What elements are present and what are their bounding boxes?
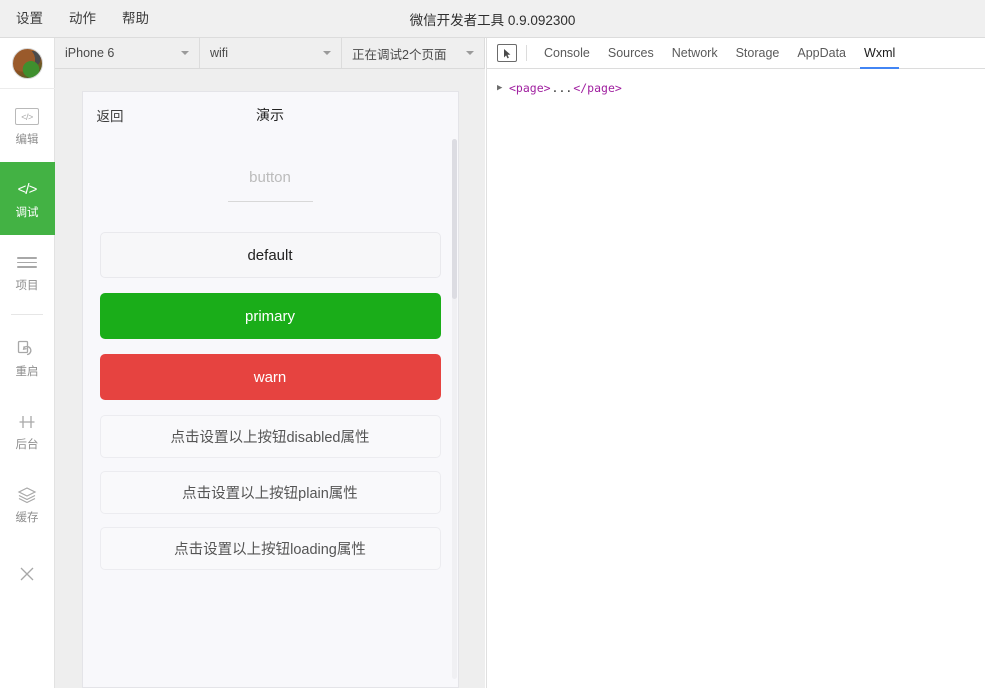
debug-pages-select[interactable]: 正在调试2个页面 <box>342 38 485 68</box>
network-select-value: wifi <box>210 46 229 60</box>
network-select[interactable]: wifi <box>200 38 342 68</box>
rail-item-debug-label: 调试 <box>15 206 39 219</box>
rail-item-background-label: 后台 <box>15 438 39 451</box>
close-icon <box>14 562 40 586</box>
tab-network[interactable]: Network <box>663 38 727 68</box>
chevron-down-icon <box>466 51 474 55</box>
menu-actions[interactable]: 动作 <box>67 8 98 30</box>
rail-item-edit-label: 编辑 <box>15 133 39 146</box>
rail-item-close[interactable] <box>0 540 55 613</box>
button-list: default primary warn 点击设置以上按钮disabled属性 … <box>83 202 458 570</box>
button-toggle-disabled[interactable]: 点击设置以上按钮disabled属性 <box>99 415 441 458</box>
page-title: 演示 <box>256 106 284 123</box>
simulator-body: 返回 演示 button default primary warn 点击设置以上… <box>55 69 485 688</box>
left-rail: </> 编辑 </> 调试 项目 重启 后台 缓存 <box>0 38 55 688</box>
chevron-down-icon <box>323 51 331 55</box>
wxml-node-page[interactable]: ▶ <page> ... </page> <box>497 81 975 95</box>
button-toggle-plain[interactable]: 点击设置以上按钮plain属性 <box>99 471 441 514</box>
rail-item-background[interactable]: 后台 <box>0 394 55 467</box>
title-bar: 设置 动作 帮助 微信开发者工具 0.9.092300 <box>0 0 985 38</box>
phone-frame: 返回 演示 button default primary warn 点击设置以上… <box>81 91 459 688</box>
wxml-close-tag: </page> <box>573 81 622 95</box>
menu-settings[interactable]: 设置 <box>14 8 45 30</box>
menu-bar: 设置 动作 帮助 <box>0 8 151 30</box>
rail-item-restart-label: 重启 <box>15 365 39 378</box>
tab-sources[interactable]: Sources <box>599 38 663 68</box>
phone-navbar: 返回 演示 <box>82 92 458 137</box>
debug-pages-value: 正在调试2个页面 <box>352 47 447 62</box>
code-icon: </> <box>17 181 38 198</box>
rail-divider <box>11 314 43 315</box>
rail-item-project[interactable]: 项目 <box>0 235 55 308</box>
devtools-panel: Console Sources Network Storage AppData … <box>486 38 985 688</box>
tab-wxml[interactable]: Wxml <box>855 38 904 69</box>
wxml-tree: ▶ <page> ... </page> <box>487 69 985 107</box>
phone-scrollbar-thumb[interactable] <box>451 139 457 299</box>
devtools-tabbar: Console Sources Network Storage AppData … <box>487 38 985 69</box>
inspect-cursor-icon[interactable] <box>497 44 517 62</box>
app-window: 设置 动作 帮助 微信开发者工具 0.9.092300 </> 编辑 </> 调… <box>0 0 985 688</box>
rail-item-edit[interactable]: </> 编辑 <box>0 89 55 162</box>
device-select[interactable]: iPhone 6 <box>55 38 200 68</box>
background-icon <box>14 410 40 434</box>
avatar[interactable] <box>11 47 43 79</box>
restart-icon <box>14 337 40 361</box>
rail-item-project-label: 项目 <box>15 279 39 292</box>
page-scroll-area[interactable]: button default primary warn 点击设置以上按钮disa… <box>83 137 458 687</box>
simulator-toolbar: iPhone 6 wifi 正在调试2个页面 <box>55 38 485 69</box>
button-default[interactable]: default <box>99 232 441 278</box>
toolbar-divider <box>526 45 527 61</box>
wxml-open-tag: <page> <box>509 81 551 95</box>
tab-appdata[interactable]: AppData <box>788 38 855 68</box>
avatar-container[interactable] <box>0 38 55 89</box>
tab-console[interactable]: Console <box>535 38 599 68</box>
tab-storage[interactable]: Storage <box>727 38 789 68</box>
phone-scrollbar[interactable] <box>451 139 457 679</box>
section-heading: button <box>249 169 291 186</box>
rail-item-cache-label: 缓存 <box>15 511 39 524</box>
list-lines-icon <box>14 251 40 275</box>
button-primary[interactable]: primary <box>99 293 441 339</box>
button-toggle-loading[interactable]: 点击设置以上按钮loading属性 <box>99 527 441 570</box>
chevron-down-icon <box>181 51 189 55</box>
menu-help[interactable]: 帮助 <box>120 8 151 30</box>
rail-item-debug[interactable]: </> 调试 <box>0 162 55 235</box>
expand-arrow-icon[interactable]: ▶ <box>497 82 509 94</box>
layers-icon <box>14 483 40 507</box>
device-select-value: iPhone 6 <box>65 46 115 60</box>
rail-item-cache[interactable]: 缓存 <box>0 467 55 540</box>
code-box-icon: </> <box>14 105 40 129</box>
wxml-ellipsis: ... <box>551 81 573 95</box>
section-header: button <box>83 137 458 202</box>
button-warn[interactable]: warn <box>99 354 441 400</box>
rail-item-restart[interactable]: 重启 <box>0 321 55 394</box>
